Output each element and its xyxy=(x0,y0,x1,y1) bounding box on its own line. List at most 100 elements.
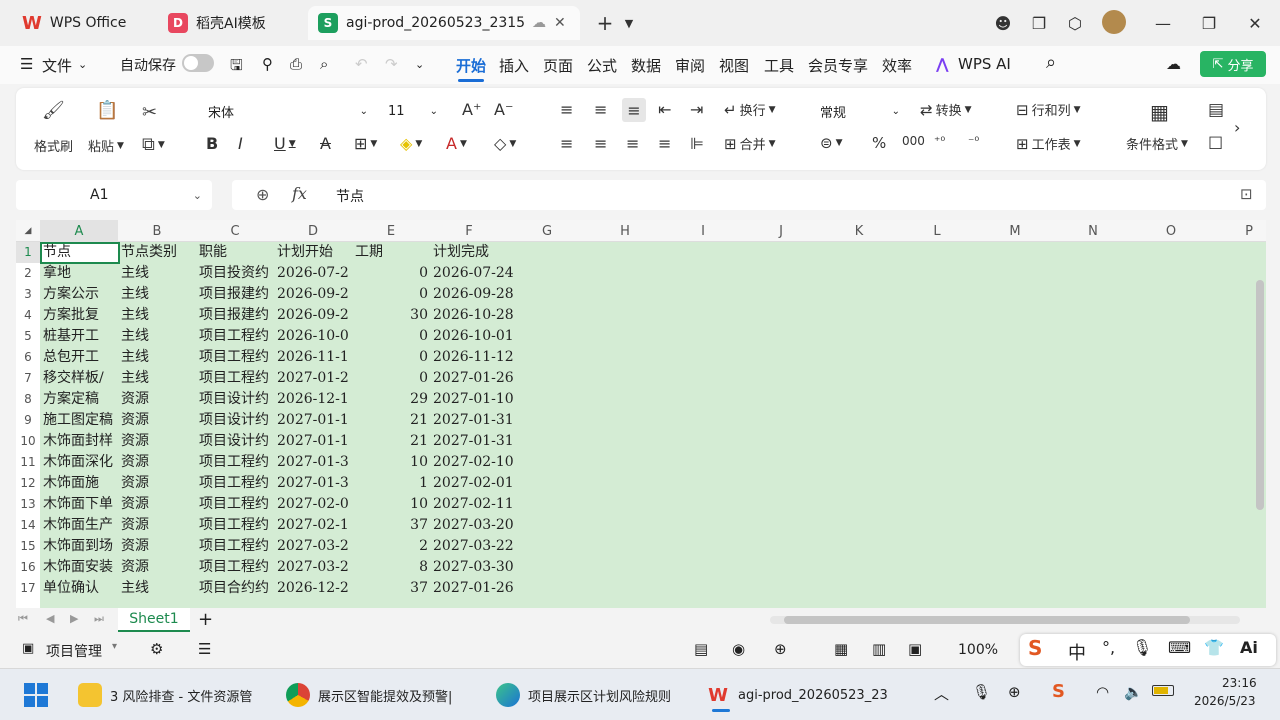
sogou-tray-icon[interactable]: S xyxy=(1052,681,1065,702)
wrap-text-button[interactable]: ↵ 换行 ▼ xyxy=(724,100,776,120)
cell[interactable]: 方案定稿 xyxy=(40,389,118,410)
cell[interactable]: 2027-03-30 xyxy=(430,557,528,578)
column-header[interactable]: A xyxy=(40,220,118,242)
row-header[interactable]: 12 xyxy=(16,473,40,494)
bold-icon[interactable]: B xyxy=(206,134,218,153)
cell[interactable]: 2027-01-10 xyxy=(430,389,528,410)
row-header[interactable]: 11 xyxy=(16,452,40,473)
clock-date[interactable]: 2026/5/23 xyxy=(1194,694,1256,708)
cell[interactable]: 资源 xyxy=(118,536,196,557)
close-icon[interactable]: ✕ xyxy=(1242,10,1268,36)
cell[interactable]: 0 xyxy=(352,326,430,347)
cell[interactable]: 项目工程约 xyxy=(196,452,274,473)
cell[interactable]: 2027-02-10 xyxy=(430,452,528,473)
cell[interactable]: 资源 xyxy=(118,494,196,515)
cell[interactable]: 主线 xyxy=(118,347,196,368)
indent-increase-icon[interactable]: ⇥ xyxy=(690,100,703,119)
cell[interactable]: 0 xyxy=(352,368,430,389)
cell[interactable]: 项目工程约 xyxy=(196,515,274,536)
align-left-icon[interactable]: ≡ xyxy=(560,134,573,153)
percent-icon[interactable]: % xyxy=(872,134,886,152)
indent-decrease-icon[interactable]: ⇤ xyxy=(658,100,671,119)
cell[interactable]: 节点 xyxy=(40,242,118,263)
row-header[interactable]: 16 xyxy=(16,557,40,578)
cell[interactable]: 项目工程约 xyxy=(196,368,274,389)
start-button[interactable] xyxy=(24,679,48,711)
cell[interactable]: 2 xyxy=(352,536,430,557)
column-header[interactable]: P xyxy=(1210,220,1266,242)
cell[interactable]: 主线 xyxy=(118,284,196,305)
fx-icon[interactable]: fx xyxy=(292,184,307,203)
font-size-select[interactable]: 11 ⌄ xyxy=(382,99,444,123)
cell[interactable]: 21 xyxy=(352,431,430,452)
new-tab-button[interactable]: + xyxy=(592,10,618,36)
normal-view-icon[interactable]: ▦ xyxy=(834,640,848,658)
cell[interactable]: 木饰面深化 xyxy=(40,452,118,473)
cell[interactable]: 2027-01-31 xyxy=(430,410,528,431)
column-header[interactable]: O xyxy=(1132,220,1210,242)
taskbar-chrome[interactable]: 展示区智能提效及预警| xyxy=(286,679,468,711)
macro-icon[interactable]: ⚙ xyxy=(150,640,163,658)
doc-info-icon[interactable]: ☰ xyxy=(198,640,211,658)
cell[interactable]: 方案批复 xyxy=(40,305,118,326)
row-header[interactable]: 6 xyxy=(16,347,40,368)
column-header[interactable]: M xyxy=(976,220,1054,242)
cell[interactable]: 木饰面封样 xyxy=(40,431,118,452)
column-header[interactable]: K xyxy=(820,220,898,242)
battery-icon[interactable] xyxy=(1152,685,1174,696)
horizontal-scrollbar[interactable] xyxy=(770,616,1240,624)
clear-format-icon[interactable]: ◇ ▼ xyxy=(494,134,516,153)
row-header[interactable]: 5 xyxy=(16,326,40,347)
avatar[interactable] xyxy=(1102,10,1126,34)
cell-area[interactable]: 节点 节点类别 职能 计划开始 工期 计划完成 拿地 主线 项目投资约 2026-07-2 0 202… xyxy=(40,242,1266,608)
font-select[interactable]: 宋体 ⌄ xyxy=(202,99,374,123)
eye-protection-icon[interactable]: ◉ xyxy=(732,640,745,658)
align-bottom-icon[interactable]: ≡ xyxy=(622,98,646,122)
cell[interactable]: 资源 xyxy=(118,410,196,431)
microphone-icon[interactable]: 🎙 xyxy=(972,683,991,701)
menu-view[interactable]: 视图 xyxy=(719,55,749,76)
page-layout-icon[interactable]: ▥ xyxy=(872,640,886,658)
border-icon[interactable]: ⊞ ▼ xyxy=(354,134,377,153)
cell[interactable]: 2027-01-3 xyxy=(274,452,352,473)
decimal-decrease-icon[interactable]: ⁻⁰ xyxy=(968,134,979,148)
cell[interactable]: 项目合约约 xyxy=(196,578,274,599)
chevron-down-icon[interactable]: ▼ xyxy=(616,10,642,36)
copy-icon[interactable]: ⧉ ▼ xyxy=(142,134,165,155)
microphone-icon[interactable]: 🎙 xyxy=(1132,638,1152,657)
ime-mode[interactable]: 中 xyxy=(1068,639,1086,665)
decimal-increase-icon[interactable]: ⁺⁰ xyxy=(934,134,945,148)
cell[interactable]: 2027-03-2 xyxy=(274,557,352,578)
cell[interactable]: 木饰面安装 xyxy=(40,557,118,578)
project-manage-label[interactable]: 项目管理 xyxy=(46,641,102,661)
cell[interactable]: 30 xyxy=(352,305,430,326)
search-icon[interactable]: ⌕ xyxy=(1046,52,1056,73)
convert-button[interactable]: ⇄ 转换 ▼ xyxy=(920,100,972,120)
cell[interactable]: 项目工程约 xyxy=(196,557,274,578)
cell[interactable]: 木饰面下单 xyxy=(40,494,118,515)
cell[interactable]: 项目工程约 xyxy=(196,473,274,494)
chevron-up-icon[interactable]: ︿ xyxy=(934,683,949,704)
align-middle-icon[interactable]: ≡ xyxy=(594,100,607,119)
maximize-icon[interactable]: ❐ xyxy=(1196,10,1222,36)
menu-efficiency[interactable]: 效率 xyxy=(882,55,912,76)
first-sheet-icon[interactable]: ⏮ xyxy=(18,612,28,626)
cell[interactable]: 项目工程约 xyxy=(196,347,274,368)
cell[interactable]: 资源 xyxy=(118,473,196,494)
cell[interactable]: 2027-01-31 xyxy=(430,431,528,452)
cell[interactable]: 2026-10-0 xyxy=(274,326,352,347)
window-icon[interactable]: ❐ xyxy=(1026,10,1052,36)
conditional-format-button[interactable]: 条件格式 ▼ xyxy=(1126,134,1188,153)
row-header[interactable]: 13 xyxy=(16,494,40,515)
menu-tools[interactable]: 工具 xyxy=(764,55,794,76)
column-header[interactable]: J xyxy=(742,220,820,242)
cube-icon[interactable]: ⬡ xyxy=(1062,10,1088,36)
distribute-icon[interactable]: ⊫ xyxy=(690,134,704,153)
cell[interactable]: 2027-01-1 xyxy=(274,410,352,431)
cell[interactable]: 2026-12-1 xyxy=(274,389,352,410)
cell[interactable]: 项目投资约 xyxy=(196,263,274,284)
view-toggle-icon[interactable]: ▤ xyxy=(694,640,708,658)
row-header[interactable]: 15 xyxy=(16,536,40,557)
hamburger-icon[interactable]: ☰ xyxy=(20,55,33,73)
cell[interactable]: 2026-12-2 xyxy=(274,578,352,599)
